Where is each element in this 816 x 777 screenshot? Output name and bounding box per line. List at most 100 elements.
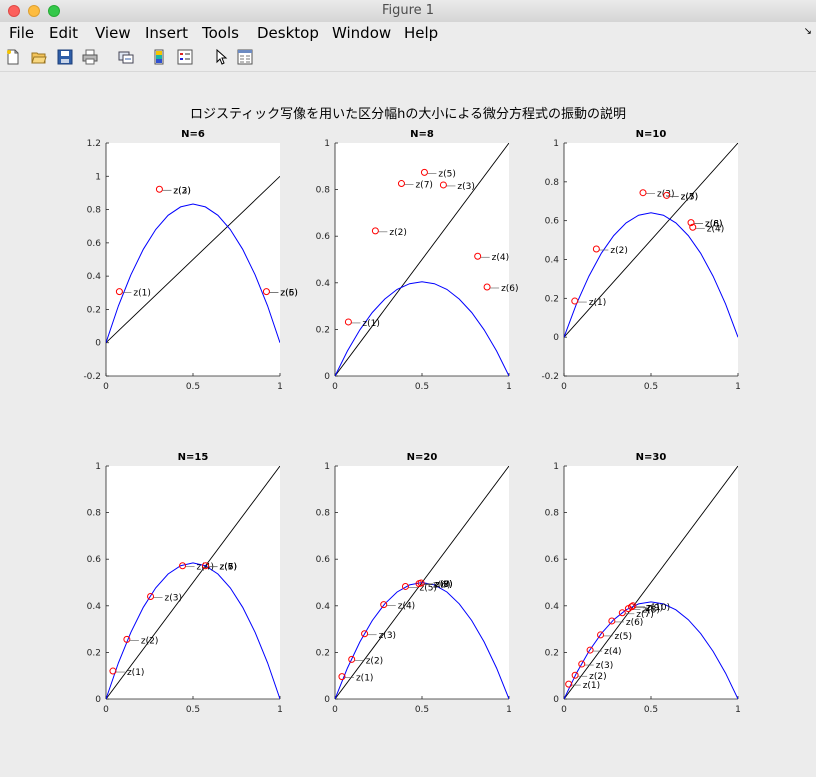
y-tick-label: 1.2 — [87, 139, 101, 149]
pointer-icon[interactable] — [213, 49, 229, 65]
property-editor-icon[interactable] — [237, 49, 253, 65]
y-tick-label: 1 — [324, 462, 330, 472]
x-tick-label: 0 — [561, 382, 567, 392]
menu-desktop[interactable]: Desktop — [257, 24, 319, 42]
y-tick-label: 0.6 — [87, 555, 102, 565]
point-label: z(6) — [501, 284, 518, 294]
legend-icon[interactable] — [177, 49, 193, 65]
point-label: z(1) — [589, 298, 606, 308]
point-label: z(2) — [610, 246, 627, 256]
y-tick-label: 1 — [324, 139, 330, 149]
point-label: z(3) — [165, 593, 182, 603]
axes-background — [564, 143, 738, 376]
x-tick-label: 1 — [735, 382, 741, 392]
x-tick-label: 1 — [277, 382, 283, 392]
menu-bar: File Edit View Insert Tools Desktop Wind… — [0, 22, 816, 44]
title-bar: Figure 1 — [0, 0, 816, 23]
y-tick-label: 0.8 — [545, 509, 560, 519]
y-tick-label: 0.4 — [545, 602, 560, 612]
point-label: z(5) — [615, 632, 632, 642]
y-tick-label: 0.4 — [87, 272, 102, 282]
y-tick-label: 0 — [95, 339, 101, 349]
y-tick-label: 0.8 — [87, 509, 102, 519]
point-label: z(2) — [389, 228, 406, 238]
y-tick-label: 0 — [553, 695, 559, 705]
point-label: z(1) — [362, 319, 379, 329]
x-tick-label: 0 — [103, 705, 109, 715]
point-label: z(7) — [435, 580, 452, 590]
menu-edit[interactable]: Edit — [49, 24, 78, 42]
point-label: z(2) — [141, 636, 158, 646]
y-tick-label: -0.2 — [541, 372, 559, 382]
point-label: z(1) — [356, 674, 373, 684]
menu-view[interactable]: View — [95, 24, 131, 42]
menu-file[interactable]: File — [9, 24, 34, 42]
point-label: z(10) — [647, 603, 670, 613]
y-tick-label: 0.8 — [545, 178, 560, 188]
subplot-4: N=150 0.5 100.20.40.60.81z(6)z(7)z(1)z(2)z… — [87, 452, 283, 715]
print-icon[interactable] — [82, 49, 98, 65]
y-tick-label: 0 — [553, 333, 559, 343]
y-tick-label: 1 — [95, 462, 101, 472]
dock-arrow-icon[interactable]: ↘ — [804, 26, 812, 37]
y-tick-label: 0.8 — [316, 186, 331, 196]
point-label: z(4) — [604, 647, 621, 657]
subplot-2: N=8 0 0.5 1 0 0.2 0.4 0.6 0.8 1 z(1) z(2) z(3) z(4) z(… — [316, 129, 519, 392]
y-tick-label: 0.6 — [545, 555, 560, 565]
point-label: z(3) — [379, 631, 396, 641]
point-label: z(5) — [280, 289, 297, 299]
point-label: z(3) — [457, 182, 474, 192]
y-tick-label: 0.2 — [87, 648, 101, 658]
menu-window[interactable]: Window — [332, 24, 391, 42]
y-tick-label: 1 — [95, 172, 101, 182]
figure-area: ロジスティック写像を用いた区分幅hの大小による微分方程式の振動の説明 N=6 0 0… — [0, 72, 816, 773]
subplot-title: N=10 — [636, 129, 667, 140]
subplot-title: N=30 — [636, 452, 667, 463]
x-tick-label: 0 — [561, 705, 567, 715]
menu-tools[interactable]: Tools — [202, 24, 239, 42]
new-figure-icon[interactable] — [5, 49, 21, 65]
menu-help[interactable]: Help — [404, 24, 438, 42]
y-tick-label: 0.6 — [545, 217, 560, 227]
link-icon[interactable] — [118, 49, 134, 65]
window-title: Figure 1 — [381, 3, 435, 18]
subplot-6: N=30 0 0.5 1 0 0.2 0.4 0.6 0.8 1 z(1)z(2)z(3) z(4) z… — [545, 452, 741, 715]
save-icon[interactable] — [57, 49, 73, 65]
x-tick-label: 0.5 — [186, 705, 200, 715]
menu-insert[interactable]: Insert — [145, 24, 188, 42]
colorbar-icon[interactable] — [151, 49, 167, 65]
x-tick-label: 0.5 — [415, 705, 429, 715]
point-label: z(5) — [438, 169, 455, 179]
point-label: z(1) — [133, 289, 150, 299]
x-tick-label: 0.5 — [415, 382, 429, 392]
subplot-title: N=20 — [407, 452, 438, 463]
x-tick-label: 1 — [735, 705, 741, 715]
point-label: z(3) — [596, 661, 613, 671]
x-tick-label: 0 — [103, 382, 109, 392]
y-tick-label: 0.2 — [545, 294, 559, 304]
subplot-5: N=200 0.5 100.20.40.60.81z(8)z(9)z(1)z(2)z… — [316, 452, 512, 715]
y-tick-label: 0.2 — [316, 648, 330, 658]
open-file-icon[interactable] — [31, 49, 47, 65]
y-tick-label: 0.6 — [316, 555, 331, 565]
y-tick-label: 0.4 — [545, 256, 560, 266]
y-tick-label: 0.8 — [316, 509, 331, 519]
point-label: z(5) — [681, 192, 698, 202]
x-tick-label: 0.5 — [644, 705, 658, 715]
x-tick-label: 0 — [332, 382, 338, 392]
figure-canvas: ロジスティック写像を用いた区分幅hの大小による微分方程式の振動の説明 N=60 0… — [83, 106, 741, 715]
subplot-title: N=8 — [410, 129, 434, 140]
x-tick-label: 1 — [277, 705, 283, 715]
y-tick-label: 0.6 — [316, 232, 331, 242]
point-label: z(4) — [707, 224, 724, 234]
subplot-title: N=15 — [178, 452, 209, 463]
point-label: z(4) — [398, 602, 415, 612]
subplot-3: N=100 0.5 1-0.200.20.40.60.81z(7)z(8)z(1)z… — [541, 129, 740, 392]
point-label: z(7) — [415, 181, 432, 191]
toolbar — [0, 45, 816, 72]
y-tick-label: 0.4 — [316, 279, 331, 289]
x-tick-label: 0 — [332, 705, 338, 715]
y-tick-label: 0.2 — [87, 305, 101, 315]
y-tick-label: 1 — [553, 462, 559, 472]
y-tick-label: 0.6 — [87, 239, 102, 249]
